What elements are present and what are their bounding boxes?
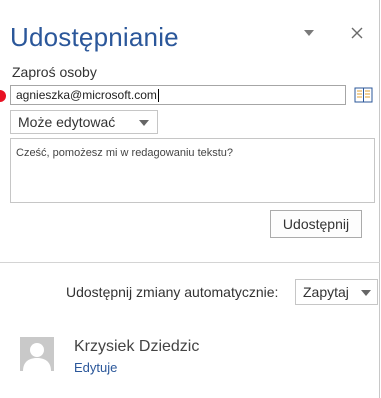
share-button[interactable]: Udostępnij <box>270 210 362 238</box>
auto-share-dropdown[interactable]: Zapytaj <box>295 279 378 305</box>
auto-share-selected-value: Zapytaj <box>303 284 349 300</box>
permission-selected-value: Może edytować <box>18 114 116 130</box>
chevron-down-icon <box>304 30 314 36</box>
share-pane: Udostępnianie Zaproś osoby agnieszka@mic… <box>0 0 380 398</box>
shared-person-permission[interactable]: Edytuje <box>74 360 117 375</box>
invite-email-input[interactable]: agnieszka@microsoft.com <box>10 85 346 105</box>
invite-message-textarea[interactable]: Cześć, pomożesz mi w redagowaniu tekstu? <box>10 138 375 203</box>
invite-people-label: Zaproś osoby <box>12 64 97 80</box>
close-icon <box>351 27 363 39</box>
pane-title: Udostępnianie <box>10 22 179 52</box>
auto-share-label: Udostępnij zmiany automatycznie: <box>66 284 279 300</box>
pane-options-button[interactable] <box>298 22 320 44</box>
section-divider <box>0 262 380 263</box>
dropdown-arrow-icon <box>361 290 371 296</box>
shared-person-name: Krzysiek Dziedzic <box>74 338 200 355</box>
address-book-icon <box>354 87 373 103</box>
text-caret <box>157 89 159 103</box>
person-icon <box>20 337 54 371</box>
invite-email-value: agnieszka@microsoft.com <box>16 88 157 102</box>
avatar <box>20 337 54 371</box>
address-book-button[interactable] <box>354 86 374 104</box>
focus-marker <box>0 90 6 102</box>
close-button[interactable] <box>346 22 368 44</box>
dropdown-arrow-icon <box>139 120 149 126</box>
permission-dropdown[interactable]: Może edytować <box>10 110 158 134</box>
